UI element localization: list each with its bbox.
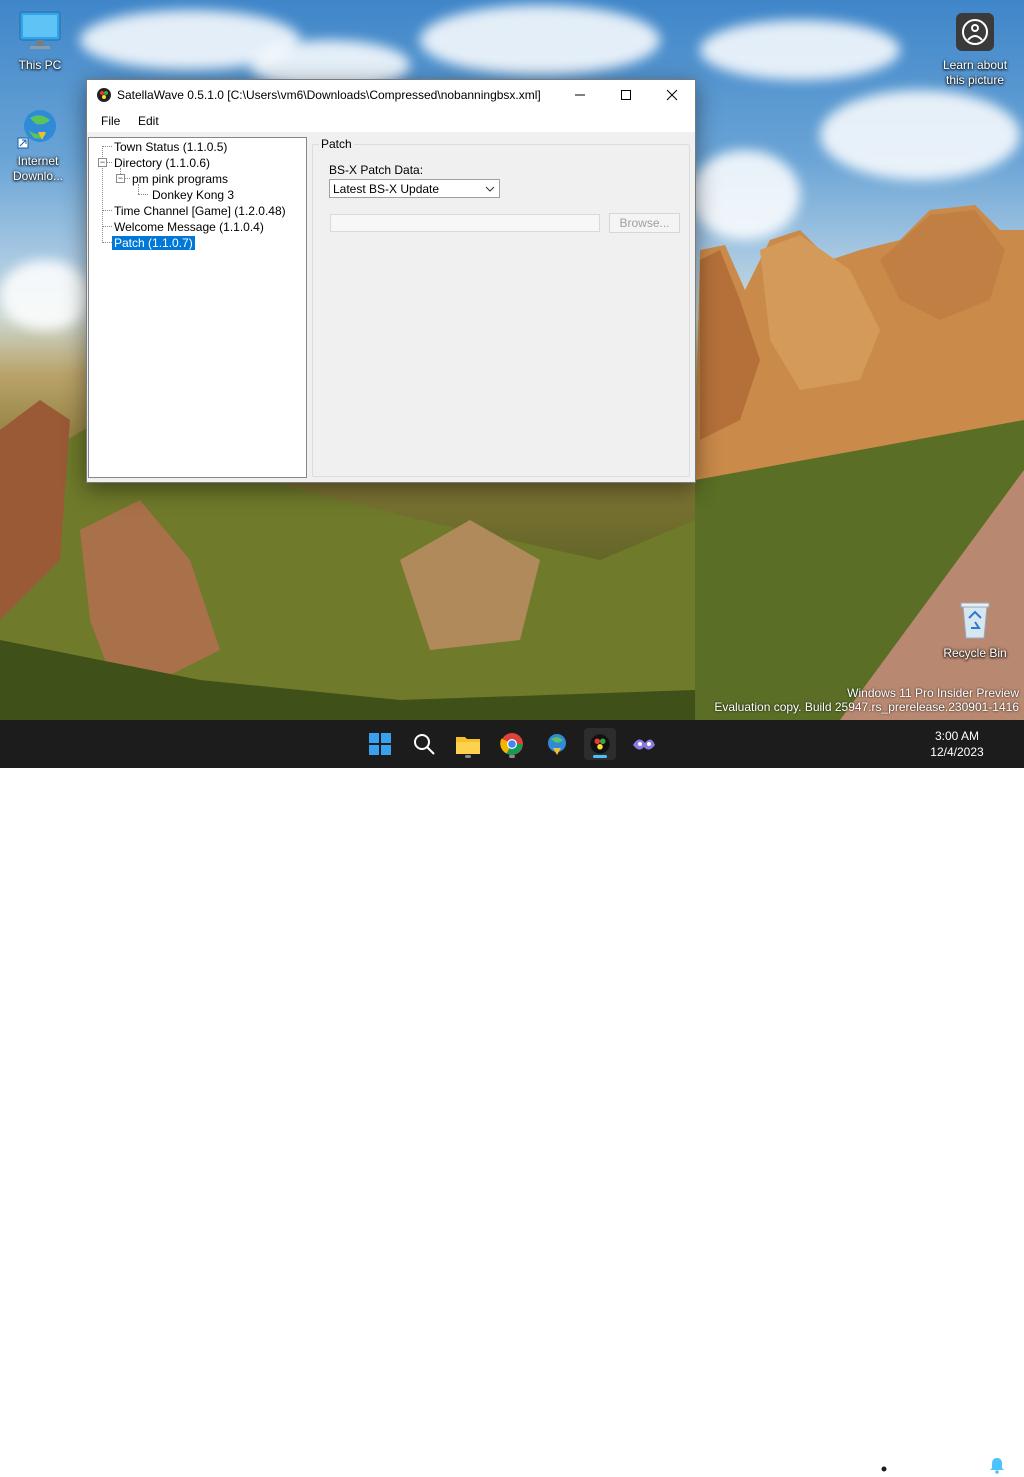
clock-time: 3:00 AM [934,729,980,743]
taskbar-satellawave[interactable] [584,728,616,760]
desktop-icon-label: Internet Downlo... [12,154,64,183]
desktop-icon-recycle-bin[interactable]: Recycle Bin [937,598,1013,661]
watermark-edition: Windows 11 Pro Insider Preview [847,686,1019,700]
internet-download-manager-icon [548,734,566,755]
windows-watermark: Windows 11 Pro Insider Preview Evaluatio… [714,686,1019,714]
taskbar-internet-download-manager[interactable] [540,728,572,760]
notifications-button[interactable] [988,1456,1006,1474]
tray-volume[interactable] [894,1456,913,1474]
collapse-pm-pink-icon[interactable]: − [116,174,125,183]
file-explorer-icon [456,737,480,754]
satellawave-app-icon [96,87,112,103]
tree-item-town-status[interactable]: Town Status (1.1.0.5) [114,140,227,154]
tray-cloud[interactable] [836,1456,856,1474]
title-bar[interactable]: SatellaWave 0.5.1.0 [C:\Users\vm6\Downlo… [87,80,695,110]
tree-item-time-channel[interactable]: Time Channel [Game] (1.2.0.48) [114,204,286,218]
patch-panel: Patch BS-X Patch Data: Latest BS-X Updat… [311,137,690,477]
desktop-icon-learn-about-picture[interactable]: Learn about this picture [937,10,1013,88]
menu-file[interactable]: File [101,114,120,128]
menu-bar: File Edit [87,110,695,132]
close-icon [666,89,678,101]
tree-view[interactable]: − − Town Status (1.1.0.5) Directory (1.1… [88,137,307,478]
desktop-icon-label: Recycle Bin [943,646,1007,660]
patch-data-label: BS-X Patch Data: [329,163,424,177]
satellawave-window: SatellaWave 0.5.1.0 [C:\Users\vm6\Downlo… [86,79,696,483]
desktop-icon-this-pc[interactable]: This PC [2,10,78,73]
monitor-icon [18,10,62,54]
show-hidden-icons-button[interactable] [804,1456,822,1474]
chevron-down-icon [485,180,495,205]
window-title: SatellaWave 0.5.1.0 [C:\Users\vm6\Downlo… [117,88,541,102]
minimize-icon [575,94,585,96]
tree-item-directory[interactable]: Directory (1.1.0.6) [114,156,210,170]
satellawave-icon [590,734,610,754]
search-icon [414,734,435,755]
menu-edit[interactable]: Edit [138,114,159,128]
chrome-icon [500,733,523,755]
chevron-up-icon [807,1460,819,1468]
patch-data-dropdown[interactable]: Latest BS-X Update [329,179,500,198]
minimize-button[interactable] [557,80,603,110]
tree-item-welcome-message[interactable]: Welcome Message (1.1.0.4) [114,220,264,234]
network-icon [869,1457,888,1473]
tree-item-donkey-kong-3[interactable]: Donkey Kong 3 [152,188,234,202]
browse-button: Browse... [609,213,680,233]
speaker-muted-icon [895,1457,913,1473]
close-button[interactable] [649,80,695,110]
clock-date: 12/4/2023 [930,745,984,759]
desktop-icon-label: This PC [18,58,62,72]
taskbar-clock[interactable]: 3:00 AM 12/4/2023 [919,728,995,760]
globe-download-icon [16,106,60,150]
taskbar-chrome[interactable] [496,728,528,760]
desktop-icon-internet-download-manager[interactable]: Internet Downlo... [0,106,76,184]
tree-item-patch[interactable]: Patch (1.1.0.7) [112,236,195,250]
tree-item-patch-label: Patch (1.1.0.7) [112,236,195,250]
maximize-icon [621,90,631,100]
patch-file-path-field [330,214,600,232]
cloud-offline-icon [836,1458,856,1473]
taskbar-file-explorer[interactable] [452,728,484,760]
desktop-icon-label: Learn about this picture [942,58,1008,87]
patch-data-selected-value: Latest BS-X Update [333,182,440,196]
recycle-bin-icon [953,598,997,642]
start-icon [369,733,391,755]
maximize-button[interactable] [603,80,649,110]
camera-info-icon [953,10,997,54]
bell-icon [990,1458,1004,1474]
tray-network[interactable] [868,1456,888,1474]
app-icon [633,739,655,750]
collapse-directory-icon[interactable]: − [98,158,107,167]
groupbox-title: Patch [319,137,354,151]
search-button[interactable] [408,728,440,760]
start-button[interactable] [364,728,396,760]
watermark-build: Evaluation copy. Build 25947.rs_prerelea… [714,700,1019,714]
tree-item-pm-pink-programs[interactable]: pm pink programs [132,172,228,186]
taskbar-app[interactable] [628,728,660,760]
taskbar [0,720,1024,1474]
